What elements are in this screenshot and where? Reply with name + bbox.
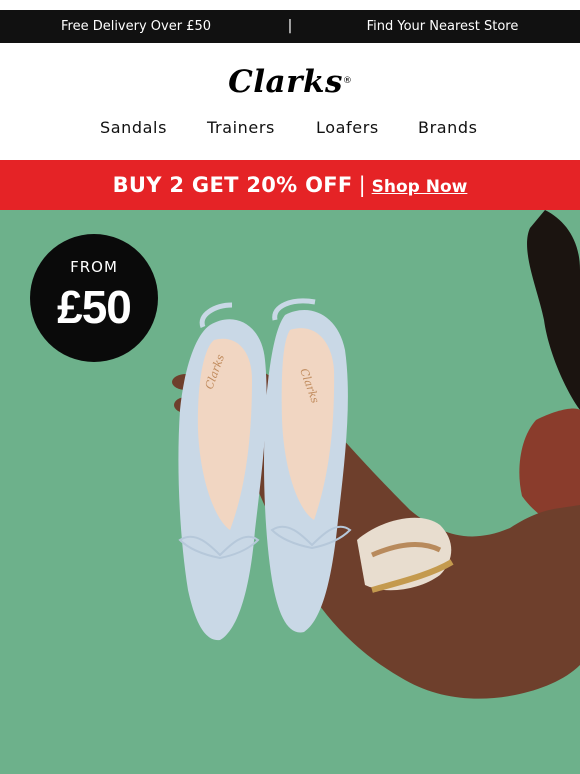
shop-now-link[interactable]: Shop Now <box>372 177 468 197</box>
nav-item-trainers[interactable]: Trainers <box>207 112 275 144</box>
registered-mark: ® <box>342 76 352 86</box>
brand-logo[interactable]: Clarks® <box>0 62 580 102</box>
nav-item-loafers[interactable]: Loafers <box>316 112 379 144</box>
hero-image[interactable]: Clarks Clarks FROM £50 <box>0 210 580 774</box>
nav-item-sandals[interactable]: Sandals <box>100 112 167 144</box>
free-delivery-link[interactable]: Free Delivery Over £50 <box>0 10 272 43</box>
promo-banner[interactable]: BUY 2 GET 20% OFF | Shop Now <box>0 160 580 210</box>
promo-separator: | <box>358 173 366 197</box>
top-announcement-bar: Free Delivery Over £50 | Find Your Neare… <box>0 10 580 43</box>
find-store-link[interactable]: Find Your Nearest Store <box>305 10 580 43</box>
main-navigation: Sandals Trainers Loafers Brands <box>0 112 580 144</box>
badge-from-label: FROM <box>70 258 118 276</box>
logo-wordmark: Clarks <box>228 64 343 100</box>
topbar-separator: | <box>287 18 293 34</box>
nav-item-brands[interactable]: Brands <box>418 112 478 144</box>
price-badge: FROM £50 <box>30 234 158 362</box>
badge-price: £50 <box>57 281 132 333</box>
promo-headline: BUY 2 GET 20% OFF <box>112 173 353 197</box>
